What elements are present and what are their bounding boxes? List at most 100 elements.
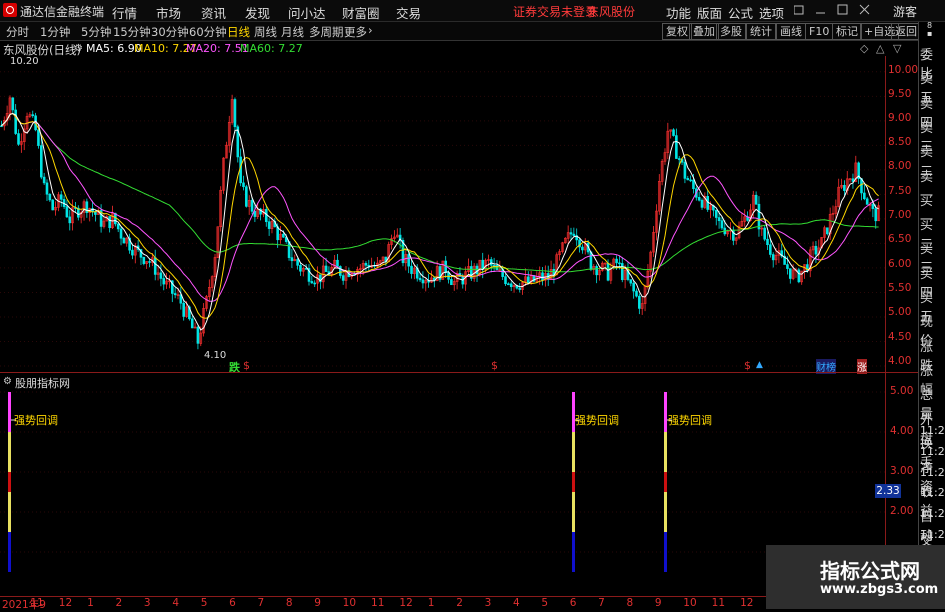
candle [826,227,829,236]
s-event-mark-2[interactable]: $ [491,359,498,372]
candle [686,175,690,181]
candle [68,210,72,231]
period-5min[interactable]: 5分钟 [81,24,111,40]
menu-trade[interactable]: 交易 [396,3,421,22]
candle [395,228,399,238]
adjust-button[interactable]: 复权 [662,23,692,40]
candle [287,241,291,261]
indicator-current-value: 2.33 [875,484,901,498]
f10-button[interactable]: F10 [805,23,834,40]
date-label: 9 [314,597,321,609]
indicator-chart[interactable] [0,387,885,597]
candle [504,273,507,286]
period-60min[interactable]: 60分钟 [189,24,227,40]
date-label: 3 [484,597,492,609]
candle [193,322,197,329]
candle [267,218,271,236]
indicator-tick: 4.00 [890,425,914,437]
menu-market[interactable]: 行情 [112,3,137,22]
menu-ask[interactable]: 问小达 [288,3,326,22]
period-monthly[interactable]: 月线 [281,24,304,40]
maximize-icon[interactable] [837,4,848,15]
menu-formula[interactable]: 公式 [728,3,753,22]
candle [302,266,305,277]
menu-markets[interactable]: 市场 [156,3,181,22]
candle [262,203,265,218]
candle [182,299,185,321]
period-more[interactable]: 更多 [344,24,367,40]
s-event-mark-3[interactable]: $ [744,359,751,372]
period-daily[interactable]: 日线 [227,24,250,40]
price-tick: 9.00 [888,112,912,124]
candle [467,258,470,274]
dropdown-icon[interactable]: ▽ [893,42,901,55]
date-label: 12 [399,597,413,609]
candle [307,264,311,286]
price-tick: 7.50 [888,185,912,197]
period-30min[interactable]: 30分钟 [151,24,189,40]
menu-news[interactable]: 资讯 [201,3,226,22]
indicator-gear-icon[interactable]: ⚙ [3,376,12,387]
date-label: 6 [229,597,236,609]
menu-function[interactable]: 功能 [666,3,691,22]
trade-login-status[interactable]: 证券交易未登录 [513,3,597,20]
period-weekly[interactable]: 周线 [254,24,277,40]
candle [390,234,393,250]
date-label: 1 [427,597,435,609]
candle [526,271,530,284]
triangle-up-icon[interactable]: △ [876,42,884,55]
multi-stock-button[interactable]: 多股 [716,23,746,40]
date-label: 5 [200,597,208,609]
draw-line-button[interactable]: 画线 [776,23,806,40]
candle [17,129,20,146]
period-15min[interactable]: 15分钟 [113,24,151,40]
back-button[interactable]: 返回 [891,23,921,40]
candle [85,198,89,218]
price-tick: 4.50 [888,331,912,343]
menu-discover[interactable]: 发现 [245,3,270,22]
s-event-mark[interactable]: $ [243,359,250,372]
close-icon[interactable] [859,4,870,15]
triangle-event-icon[interactable]: ▲ [756,360,763,370]
date-label: 4 [512,597,520,609]
price-tick: 8.50 [888,136,912,148]
user-guest[interactable]: 游客 [893,3,917,20]
candle [77,205,80,221]
menu-layout[interactable]: 版面 [697,3,722,22]
candle [28,112,32,118]
period-tick[interactable]: 分时 [6,24,29,40]
candle [233,97,237,134]
kline-chart[interactable] [0,56,885,372]
period-multi[interactable]: 多周期 [309,24,344,40]
period-1min[interactable]: 1分钟 [40,24,70,40]
candle [740,213,744,227]
settings-gear-icon[interactable]: ⚙ [74,43,83,54]
candle [757,196,761,237]
candle [165,272,168,289]
candle [860,178,863,201]
candle [242,175,245,191]
date-label: 8 [285,597,293,609]
candle [62,195,66,210]
menu-wealth[interactable]: 财富圈 [342,3,380,22]
side-tab-icon[interactable]: 8 ▪ [927,22,932,38]
stats-button[interactable]: 统计 [746,23,776,40]
chevron-right-icon[interactable]: › [368,23,373,37]
indicator-tick: 5.00 [890,385,914,397]
candle [865,196,869,205]
ma5-line [1,112,879,331]
price-grid [0,71,885,367]
candle [20,133,23,153]
candle [290,248,294,268]
diamond-icon[interactable]: ◇ [860,42,868,55]
mark-button[interactable]: 标记 [832,23,862,40]
skin-icon[interactable] [794,5,804,15]
overlay-button[interactable]: 叠加 [689,23,719,40]
low-price-mark: 4.10 [204,350,227,361]
candle [213,253,217,282]
candle [492,257,496,272]
menu-options[interactable]: 选项 [759,3,784,22]
candle [122,236,126,244]
candle [848,177,852,183]
candle [544,265,547,287]
